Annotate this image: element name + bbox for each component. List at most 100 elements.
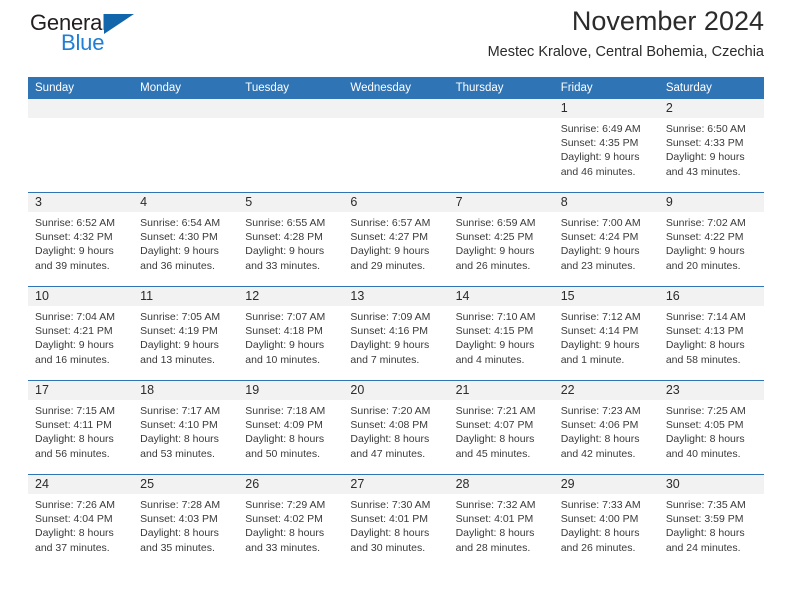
calendar-day-cell[interactable]: 9 Sunrise: 7:02 AM Sunset: 4:22 PM Daylight… <box>658 192 764 287</box>
sunrise-sunset-calendar: Sunday Monday Tuesday Wednesday Thursday… <box>28 77 764 568</box>
day-detail-daylight1: Daylight: 9 hours <box>140 339 219 352</box>
calendar-day-cell[interactable]: 10 Sunrise: 7:04 AM Sunset: 4:21 PM Dayligh… <box>28 286 134 381</box>
calendar-day-cell[interactable]: 5 Sunrise: 6:55 AM Sunset: 4:28 PM Daylight… <box>238 192 344 287</box>
day-detail-daylight2: and 43 minutes. <box>665 165 741 178</box>
day-detail-sunset: Sunset: 4:27 PM <box>350 231 429 244</box>
day-cell-inner: 28 Sunrise: 7:32 AM Sunset: 4:01 PM Dayligh… <box>448 475 554 568</box>
day-detail-daylight2: and 56 minutes. <box>35 447 110 460</box>
day-detail-sunrise: Sunrise: 6:52 AM <box>35 217 115 229</box>
day-detail-sunset: Sunset: 4:15 PM <box>455 325 534 338</box>
calendar-day-cell[interactable]: 12 Sunrise: 7:07 AM Sunset: 4:18 PM Dayligh… <box>238 286 344 381</box>
day-detail-sunrise: Sunrise: 7:33 AM <box>560 499 641 511</box>
day-detail-daylight2: and 40 minutes. <box>665 447 741 460</box>
calendar-day-cell[interactable]: 1 Sunrise: 6:49 AM Sunset: 4:35 PM Daylight… <box>553 99 659 193</box>
calendar-day-cell[interactable]: 23 Sunrise: 7:25 AM Sunset: 4:05 PM Dayligh… <box>658 380 764 475</box>
day-detail-sunrise: Sunrise: 7:10 AM <box>455 311 536 323</box>
day-number: 6 <box>343 193 449 212</box>
day-detail-sunset: Sunset: 4:06 PM <box>560 419 639 432</box>
day-details: Sunrise: 6:55 AM Sunset: 4:28 PM Daylight:… <box>238 212 343 273</box>
calendar-day-cell[interactable]: 21 Sunrise: 7:21 AM Sunset: 4:07 PM Dayligh… <box>448 380 554 475</box>
calendar-day-cell[interactable]: 11 Sunrise: 7:05 AM Sunset: 4:19 PM Dayligh… <box>133 286 239 381</box>
day-detail-sunset: Sunset: 4:25 PM <box>455 231 534 244</box>
day-detail-sunset: Sunset: 4:03 PM <box>140 513 218 526</box>
day-number: 28 <box>448 475 554 494</box>
calendar-day-cell[interactable]: 18 Sunrise: 7:17 AM Sunset: 4:10 PM Dayligh… <box>133 380 239 475</box>
day-detail-daylight2: and 50 minutes. <box>245 447 320 460</box>
day-cell-inner: 8 Sunrise: 7:00 AM Sunset: 4:24 PM Daylight… <box>553 193 659 286</box>
day-detail-sunrise: Sunrise: 7:30 AM <box>350 499 431 511</box>
day-number: 27 <box>343 475 449 494</box>
day-number: 2 <box>658 99 764 118</box>
calendar-day-cell[interactable]: 24 Sunrise: 7:26 AM Sunset: 4:04 PM Dayligh… <box>28 474 134 568</box>
day-number: 13 <box>343 287 449 306</box>
calendar-day-cell[interactable]: 3 Sunrise: 6:52 AM Sunset: 4:32 PM Daylight… <box>28 192 134 287</box>
calendar-day-cell[interactable]: 8 Sunrise: 7:00 AM Sunset: 4:24 PM Daylight… <box>553 192 659 287</box>
calendar-day-cell[interactable]: 27 Sunrise: 7:30 AM Sunset: 4:01 PM Dayligh… <box>343 474 449 568</box>
day-cell-inner: 2 Sunrise: 6:50 AM Sunset: 4:33 PM Daylight… <box>658 99 764 192</box>
calendar-day-cell[interactable]: 14 Sunrise: 7:10 AM Sunset: 4:15 PM Dayligh… <box>448 286 554 381</box>
calendar-day-cell[interactable]: 25 Sunrise: 7:28 AM Sunset: 4:03 PM Dayligh… <box>133 474 239 568</box>
calendar-day-cell[interactable]: 29 Sunrise: 7:33 AM Sunset: 4:00 PM Dayligh… <box>553 474 659 568</box>
day-detail-sunset: Sunset: 4:35 PM <box>560 137 639 150</box>
day-detail-daylight2: and 33 minutes. <box>245 259 320 272</box>
day-cell-inner <box>238 99 344 192</box>
day-detail-daylight1: Daylight: 9 hours <box>455 339 535 352</box>
day-details: Sunrise: 7:30 AM Sunset: 4:01 PM Daylight:… <box>343 494 448 555</box>
day-details: Sunrise: 7:23 AM Sunset: 4:06 PM Daylight:… <box>554 400 659 461</box>
calendar-day-cell[interactable]: 28 Sunrise: 7:32 AM Sunset: 4:01 PM Dayligh… <box>448 474 554 568</box>
day-details: Sunrise: 7:09 AM Sunset: 4:16 PM Daylight:… <box>343 306 448 367</box>
calendar-day-cell[interactable]: 7 Sunrise: 6:59 AM Sunset: 4:25 PM Daylight… <box>448 192 554 287</box>
day-detail-daylight1: Daylight: 8 hours <box>35 433 114 446</box>
calendar-day-cell[interactable]: 19 Sunrise: 7:18 AM Sunset: 4:09 PM Dayligh… <box>238 380 344 475</box>
calendar-day-cell[interactable]: 22 Sunrise: 7:23 AM Sunset: 4:06 PM Dayligh… <box>553 380 659 475</box>
day-detail-daylight1: Daylight: 8 hours <box>665 527 745 540</box>
day-cell-inner: 10 Sunrise: 7:04 AM Sunset: 4:21 PM Dayligh… <box>28 287 134 380</box>
calendar-day-cell[interactable]: 20 Sunrise: 7:20 AM Sunset: 4:08 PM Dayligh… <box>343 380 449 475</box>
day-detail-daylight1: Daylight: 8 hours <box>665 433 745 446</box>
day-detail-daylight2: and 42 minutes. <box>560 447 636 460</box>
day-details: Sunrise: 7:33 AM Sunset: 4:00 PM Daylight:… <box>554 494 659 555</box>
day-detail-daylight1: Daylight: 9 hours <box>665 151 745 164</box>
calendar-day-cell[interactable]: 6 Sunrise: 6:57 AM Sunset: 4:27 PM Daylight… <box>343 192 449 287</box>
day-cell-inner: 6 Sunrise: 6:57 AM Sunset: 4:27 PM Daylight… <box>343 193 449 286</box>
calendar-day-cell[interactable]: 30 Sunrise: 7:35 AM Sunset: 3:59 PM Dayligh… <box>658 474 764 568</box>
day-detail-sunrise: Sunrise: 7:05 AM <box>140 311 221 323</box>
calendar-week-row: 1 Sunrise: 6:49 AM Sunset: 4:35 PM Daylight… <box>28 99 764 193</box>
day-detail-daylight1: Daylight: 8 hours <box>350 527 430 540</box>
day-detail-daylight2: and 35 minutes. <box>140 541 215 554</box>
day-detail-sunrise: Sunrise: 6:59 AM <box>455 217 536 229</box>
day-detail-sunset: Sunset: 4:21 PM <box>35 325 113 338</box>
general-blue-logo[interactable]: General Blue <box>30 12 155 60</box>
weekday-header-monday: Monday <box>133 77 239 99</box>
calendar-day-cell[interactable]: 2 Sunrise: 6:50 AM Sunset: 4:33 PM Daylight… <box>658 99 764 193</box>
day-details: Sunrise: 7:02 AM Sunset: 4:22 PM Daylight:… <box>659 212 764 273</box>
day-number: 24 <box>28 475 134 494</box>
day-detail-daylight2: and 13 minutes. <box>140 353 215 366</box>
day-number: 17 <box>28 381 134 400</box>
day-detail-daylight1: Daylight: 8 hours <box>140 527 219 540</box>
day-detail-daylight1: Daylight: 9 hours <box>35 339 114 352</box>
day-detail-sunset: Sunset: 4:05 PM <box>665 419 744 432</box>
day-cell-inner: 4 Sunrise: 6:54 AM Sunset: 4:30 PM Daylight… <box>133 193 239 286</box>
weekday-header-friday: Friday <box>553 77 659 99</box>
calendar-day-cell[interactable]: 15 Sunrise: 7:12 AM Sunset: 4:14 PM Dayligh… <box>553 286 659 381</box>
day-number: 12 <box>238 287 344 306</box>
calendar-day-cell[interactable]: 16 Sunrise: 7:14 AM Sunset: 4:13 PM Dayligh… <box>658 286 764 381</box>
day-detail-daylight1: Daylight: 8 hours <box>350 433 430 446</box>
day-number: 21 <box>448 381 554 400</box>
day-detail-daylight2: and 37 minutes. <box>35 541 110 554</box>
day-detail-sunset: Sunset: 3:59 PM <box>665 513 744 526</box>
day-detail-sunset: Sunset: 4:02 PM <box>245 513 323 526</box>
calendar-day-cell[interactable]: 17 Sunrise: 7:15 AM Sunset: 4:11 PM Dayligh… <box>28 380 134 475</box>
title-block: November 2024 Mestec Kralove, Central Bo… <box>488 0 764 60</box>
day-detail-sunrise: Sunrise: 7:02 AM <box>665 217 746 229</box>
day-detail-daylight1: Daylight: 9 hours <box>350 339 430 352</box>
calendar-day-cell[interactable]: 13 Sunrise: 7:09 AM Sunset: 4:16 PM Dayligh… <box>343 286 449 381</box>
calendar-day-cell[interactable]: 4 Sunrise: 6:54 AM Sunset: 4:30 PM Daylight… <box>133 192 239 287</box>
day-detail-sunrise: Sunrise: 7:20 AM <box>350 405 431 417</box>
day-detail-daylight1: Daylight: 8 hours <box>35 527 114 540</box>
calendar-day-cell[interactable]: 26 Sunrise: 7:29 AM Sunset: 4:02 PM Dayligh… <box>238 474 344 568</box>
day-details: Sunrise: 7:21 AM Sunset: 4:07 PM Daylight:… <box>449 400 554 461</box>
day-cell-inner: 29 Sunrise: 7:33 AM Sunset: 4:00 PM Dayligh… <box>553 475 659 568</box>
day-cell-inner: 18 Sunrise: 7:17 AM Sunset: 4:10 PM Dayligh… <box>133 381 239 474</box>
